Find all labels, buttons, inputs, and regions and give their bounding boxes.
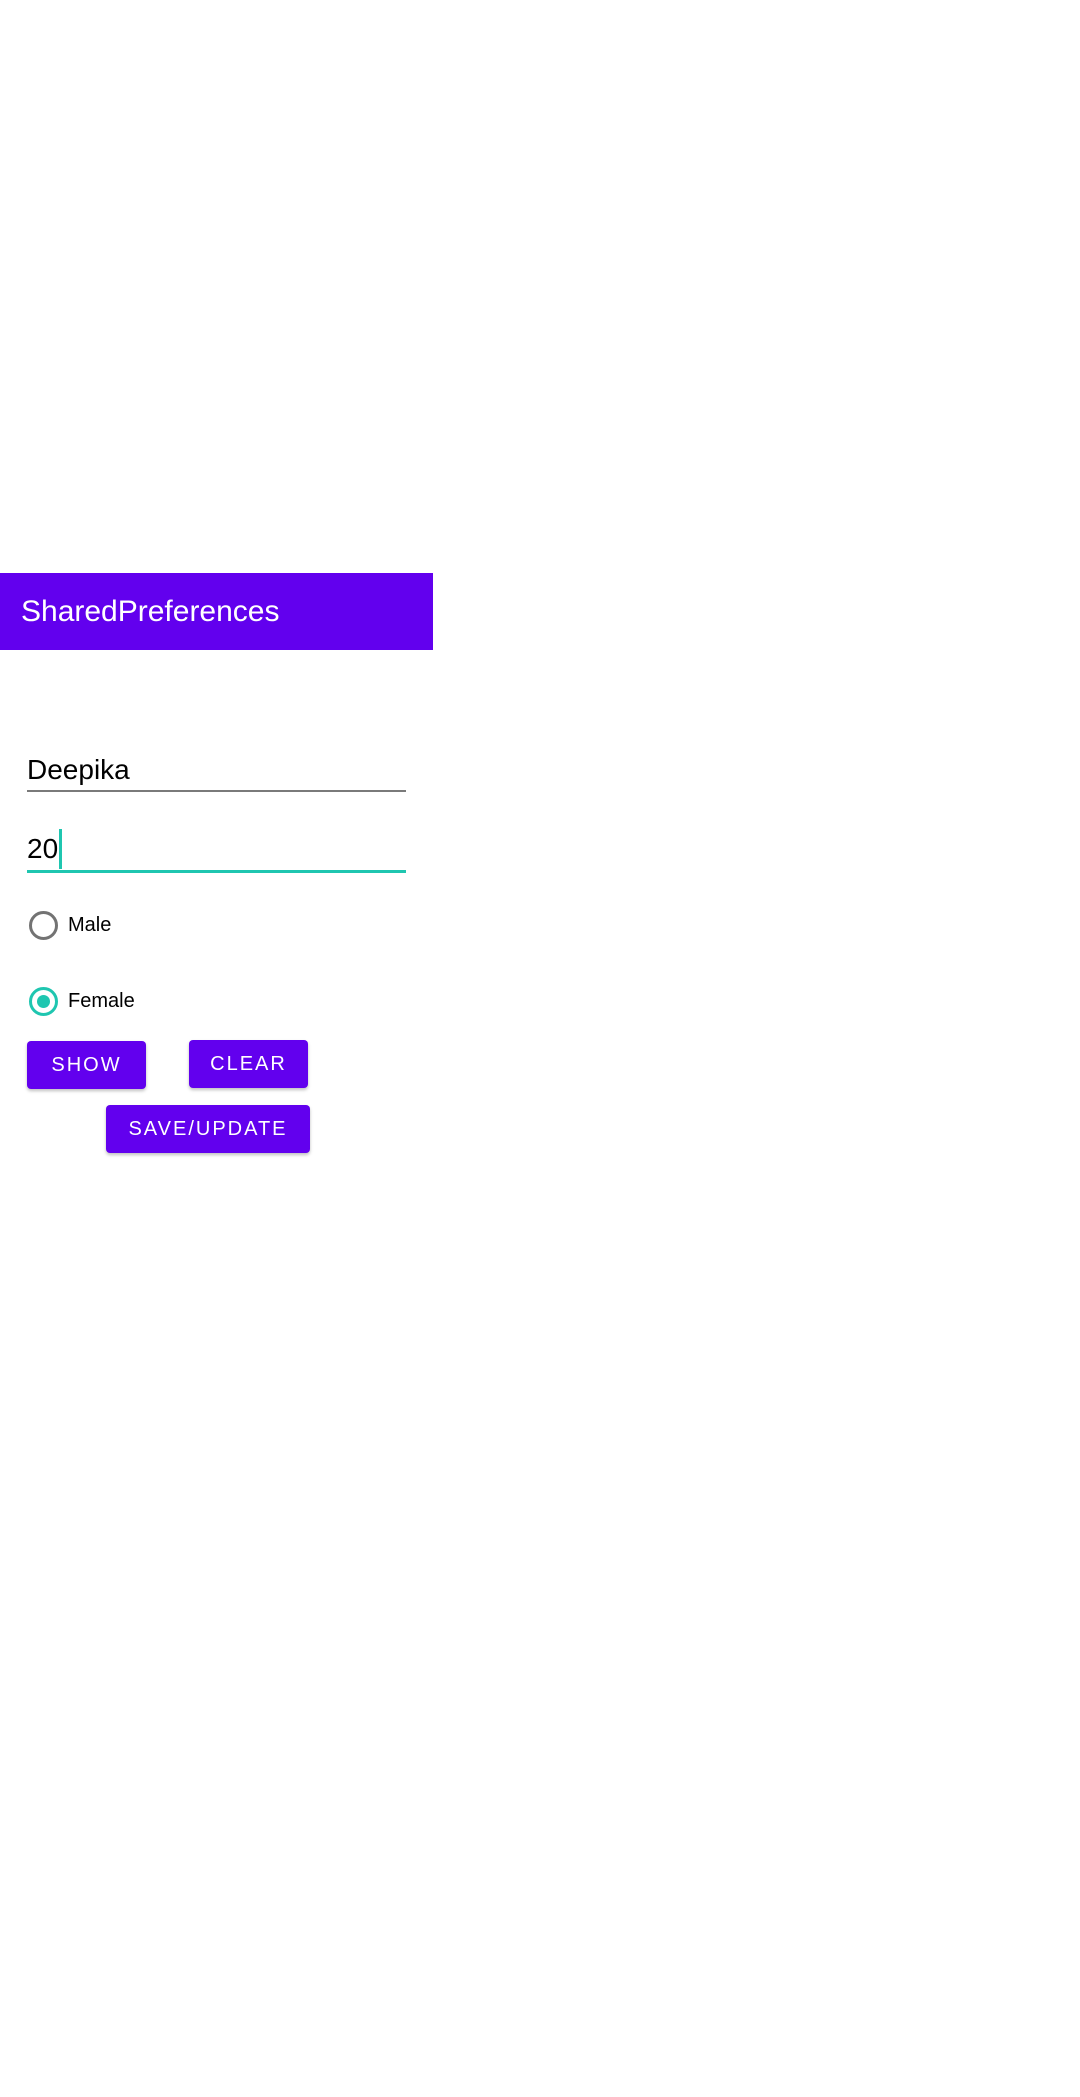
screen: SharedPreferences Deepika 20 Male Female… xyxy=(0,0,1080,2097)
name-field-underline xyxy=(27,790,406,792)
text-cursor xyxy=(59,829,63,869)
show-button[interactable]: SHOW xyxy=(27,1041,146,1089)
age-field-value: 20 xyxy=(27,833,59,864)
radio-male-label: Male xyxy=(68,913,112,936)
radio-female[interactable]: Female xyxy=(29,986,135,1016)
save-update-button[interactable]: SAVE/UPDATE xyxy=(106,1105,310,1153)
name-field-value: Deepika xyxy=(27,754,130,785)
clear-button[interactable]: CLEAR xyxy=(189,1040,308,1088)
name-field[interactable]: Deepika xyxy=(27,752,406,792)
radio-button-unchecked-icon[interactable] xyxy=(29,910,58,940)
age-field-underline xyxy=(27,870,406,873)
age-field[interactable]: 20 xyxy=(27,829,406,873)
radio-button-checked-icon[interactable] xyxy=(29,986,58,1016)
radio-female-label: Female xyxy=(68,989,135,1012)
app-bar: SharedPreferences xyxy=(0,573,433,650)
radio-male[interactable]: Male xyxy=(29,910,111,940)
app-title: SharedPreferences xyxy=(21,595,280,628)
